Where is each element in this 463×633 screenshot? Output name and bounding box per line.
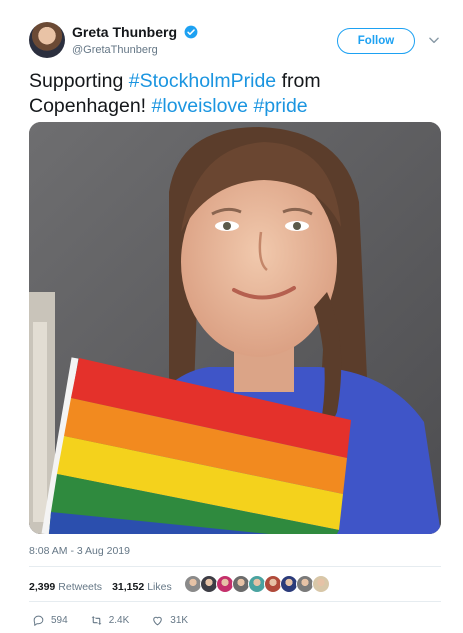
tweet-actions: 594 2.4K 31K [32,612,210,628]
hashtag-link[interactable]: #StockholmPride [129,70,276,92]
tweet-stats: 2,399 Retweets 31,152 Likes [29,578,172,596]
divider-top [29,566,441,567]
hashtag-link[interactable]: #loveislove [152,95,248,117]
likes-label[interactable]: Likes [147,581,172,593]
retweets-count[interactable]: 2,399 [29,581,55,593]
retweet-count: 2.4K [108,614,130,626]
tweet-text: Supporting #StockholmPride from Copenhag… [29,69,439,119]
like-action[interactable]: 31K [151,614,188,627]
chevron-down-icon[interactable] [427,33,441,47]
reply-icon [33,615,44,626]
hashtag-link[interactable]: #pride [253,95,307,117]
likes-count[interactable]: 31,152 [112,581,144,593]
tweet-photo[interactable] [29,122,441,534]
author-handle[interactable]: @GretaThunberg [72,44,158,56]
liker-avatar[interactable] [312,575,330,593]
verified-badge-icon [185,25,198,39]
tweet-text-segment: Supporting [29,70,129,92]
author-name[interactable]: Greta Thunberg [72,24,177,40]
like-count: 31K [170,614,189,626]
author-name-block[interactable]: Greta Thunberg [72,24,198,42]
divider-bottom [29,601,441,602]
heart-icon [153,616,163,625]
retweet-action[interactable]: 2.4K [90,614,130,627]
reply-count: 594 [51,614,68,626]
liker-avatars[interactable] [184,575,330,593]
tweet-timestamp[interactable]: 8:08 AM - 3 Aug 2019 [29,545,130,557]
reply-action[interactable]: 594 [32,614,68,627]
tweet-header: Greta Thunberg @GretaThunberg Follow [29,21,444,61]
author-avatar[interactable] [29,22,65,58]
photo-illustration [29,122,441,534]
follow-button[interactable]: Follow [337,28,415,54]
retweet-icon [91,615,102,625]
retweets-label[interactable]: Retweets [58,581,102,593]
